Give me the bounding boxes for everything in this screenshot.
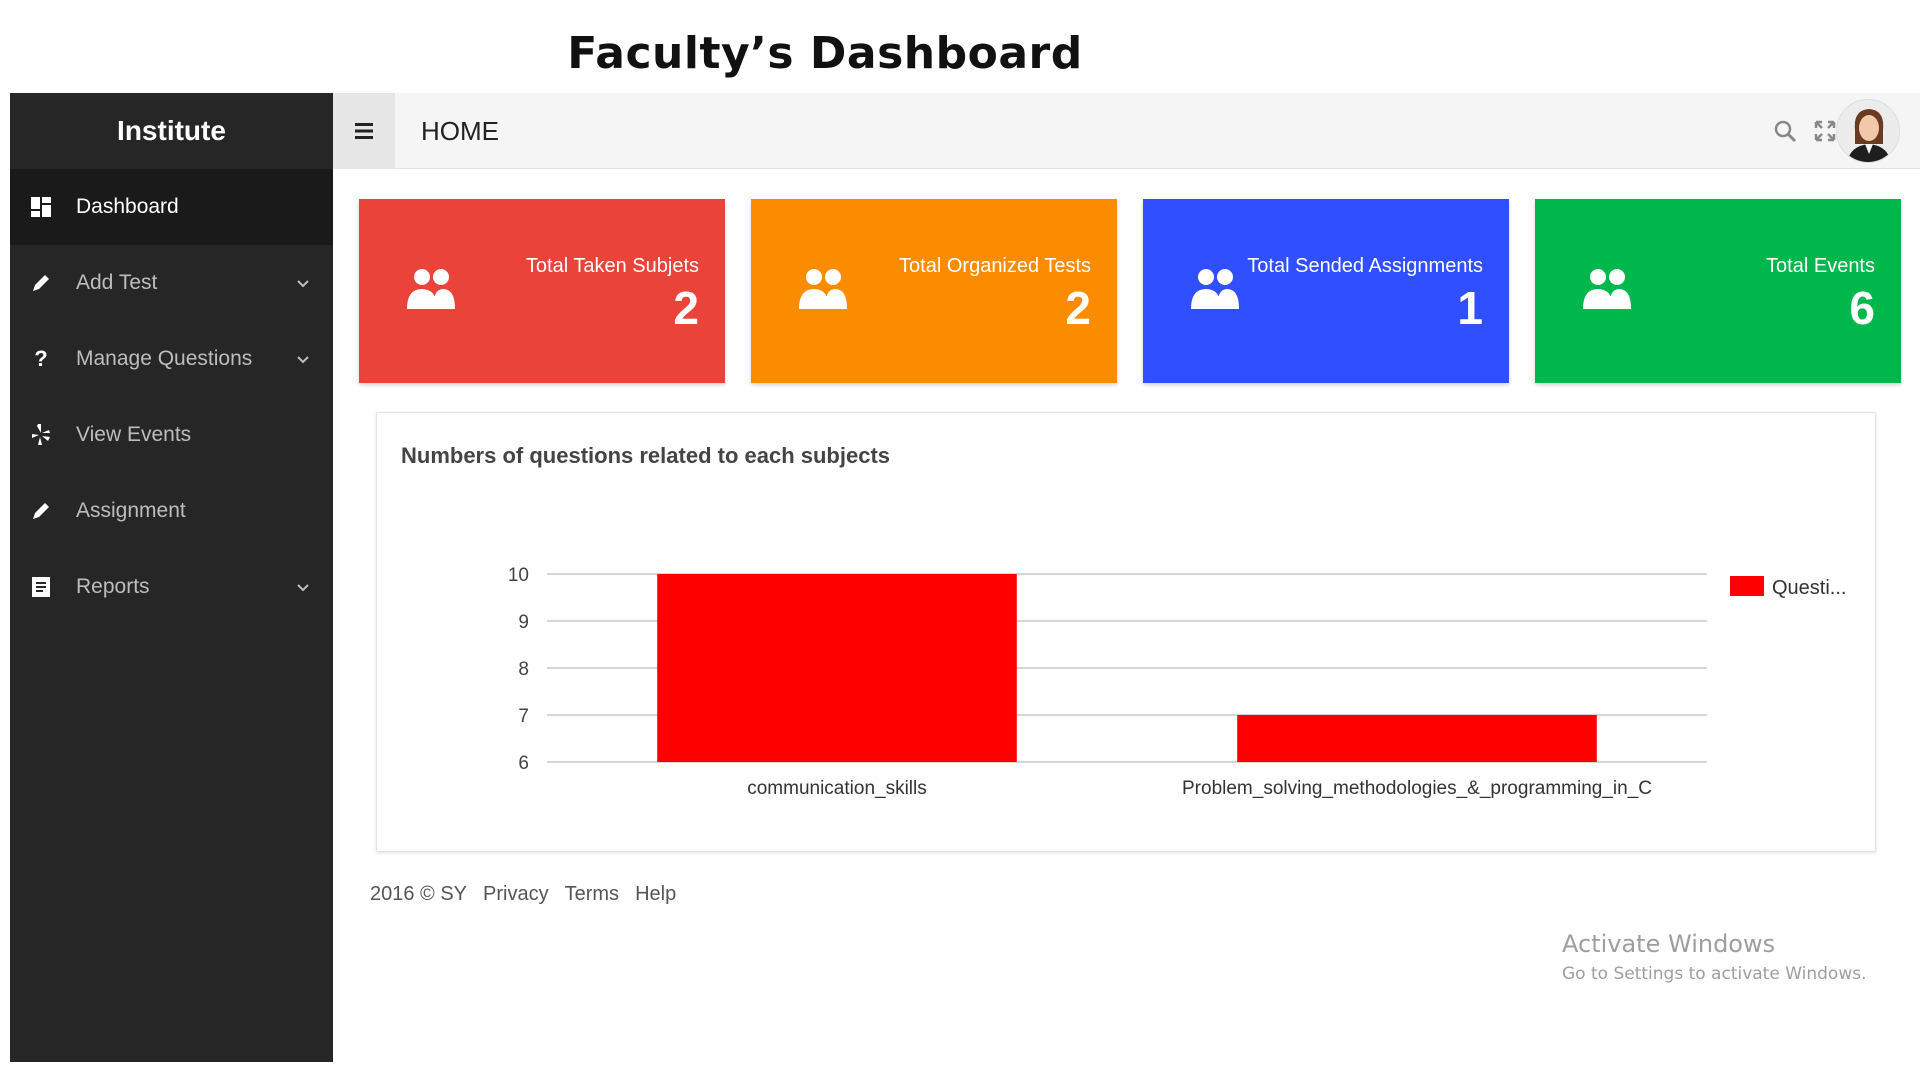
card-value: 1 [1457,282,1483,334]
report-icon [30,576,52,598]
stat-card-organized-tests[interactable]: Total Organized Tests 2 [751,199,1117,383]
pencil-icon [30,272,52,294]
bar [657,574,1017,762]
avatar[interactable] [1836,99,1900,163]
y-tick-label: 9 [518,612,529,633]
question-icon: ? [34,346,48,371]
card-value: 2 [673,282,699,334]
stat-card-taken-subjects[interactable]: Total Taken Subjets 2 [359,199,725,383]
users-icon [1189,267,1241,314]
sidebar-item-view-events[interactable]: View Events [10,397,333,473]
card-label: Total Events [1766,255,1875,277]
sidebar-item-label: Manage Questions [76,347,253,370]
chevron-down-icon [297,351,309,367]
sidebar-item-label: Add Test [76,271,158,294]
watermark-subtitle: Go to Settings to activate Windows. [1562,964,1867,984]
chevron-down-icon [297,275,309,291]
sidebar-item-reports[interactable]: Reports [10,549,333,625]
y-tick-label: 8 [518,659,529,680]
sidebar-item-label: Dashboard [76,195,179,218]
yelp-icon [30,424,52,446]
card-value: 2 [1065,282,1091,334]
activate-windows-watermark: Activate Windows Go to Settings to activ… [1562,930,1867,984]
sidebar-item-label: View Events [76,423,192,446]
chevron-down-icon [297,579,309,595]
brand-title: Institute [117,115,226,146]
sidebar-item-assignment[interactable]: Assignment [10,473,333,549]
x-tick-label: communication_skills [747,778,927,799]
search-icon[interactable] [1773,119,1797,143]
card-label: Total Taken Subjets [525,255,699,277]
page-title: HOME [421,115,499,146]
sidebar-item-add-test[interactable]: Add Test [10,245,333,321]
sidebar-item-label: Assignment [76,499,186,522]
page-heading: Faculty’s Dashboard [567,28,1083,79]
dashboard-icon [30,196,52,218]
users-icon [1581,267,1633,314]
fullscreen-icon[interactable] [1813,119,1837,143]
y-tick-label: 7 [518,706,529,727]
stat-card-total-events[interactable]: Total Events 6 [1535,199,1901,383]
sidebar-item-manage-questions[interactable]: ? Manage Questions [10,321,333,397]
x-tick-label: Problem_solving_methodologies_&_programm… [1182,778,1652,799]
legend-swatch [1730,576,1764,596]
pencil-icon [30,500,52,522]
watermark-title: Activate Windows [1562,930,1776,958]
questions-bar-chart: 10 9 8 7 6 communication_skills Problem_solvin… [508,565,1847,799]
sidebar-item-dashboard[interactable]: Dashboard [10,169,333,245]
legend-label: Questi... [1772,577,1846,599]
copyright-text: 2016 © SY [370,883,468,905]
bar [1237,715,1597,762]
topbar: HOME [333,93,1920,169]
users-icon [405,267,457,314]
y-tick-label: 6 [518,753,529,774]
users-icon [797,267,849,314]
card-label: Total Organized Tests [899,255,1091,277]
terms-link[interactable]: Terms [565,883,619,906]
hamburger-icon[interactable] [333,93,395,169]
sidebar-item-label: Reports [76,575,150,598]
privacy-link[interactable]: Privacy [483,883,549,906]
chart-panel: Numbers of questions related to each sub… [376,412,1876,852]
footer: 2016 © SY Privacy Terms Help [370,883,692,906]
sidebar: Institute Dashboard Add Test ? Manage Qu… [10,93,333,1062]
card-value: 6 [1849,282,1875,334]
stat-card-sended-assignments[interactable]: Total Sended Assignments 1 [1143,199,1509,383]
y-tick-label: 10 [508,565,529,586]
card-label: Total Sended Assignments [1247,255,1483,277]
help-link[interactable]: Help [635,883,676,906]
